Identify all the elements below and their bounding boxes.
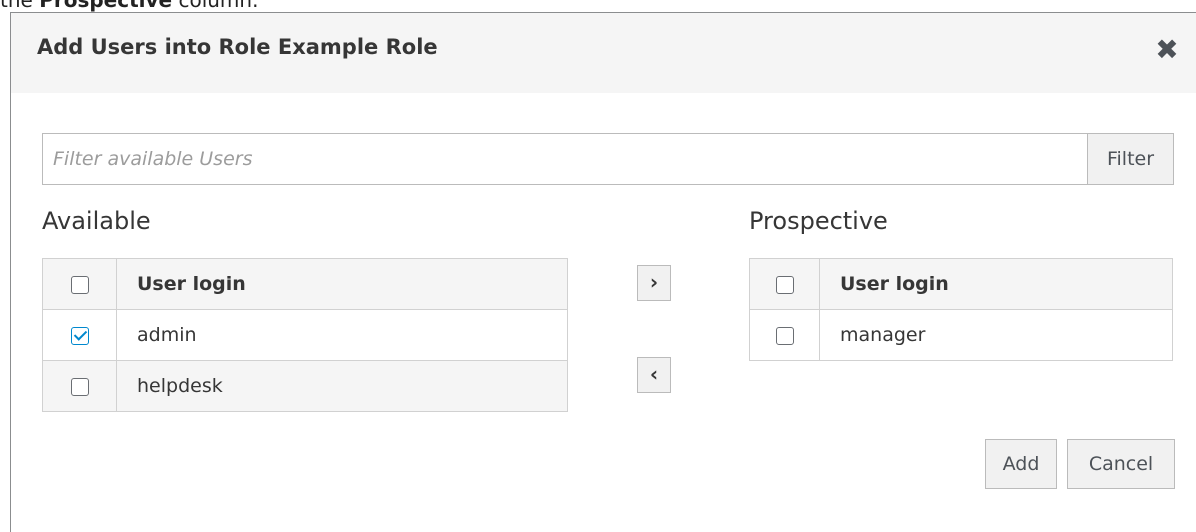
move-right-button[interactable]: › [637, 265, 671, 301]
context-prefix: the [0, 0, 40, 12]
column-header-user-login: User login [116, 258, 568, 310]
user-login-cell: manager [819, 309, 1173, 361]
cancel-button[interactable]: Cancel [1067, 439, 1175, 489]
dialog-header: Add Users into Role Example Role ✖ [11, 13, 1196, 93]
filter-button[interactable]: Filter [1087, 134, 1173, 184]
filter-row: Filter [42, 133, 1174, 185]
table-row[interactable]: manager [749, 309, 1173, 361]
row-checkbox-cell [749, 309, 820, 361]
available-label: Available [42, 207, 151, 235]
row-checkbox-manager[interactable] [775, 326, 794, 345]
move-left-button[interactable]: ‹ [637, 357, 671, 393]
select-all-cell [42, 258, 117, 310]
table-header-row: User login [42, 258, 568, 310]
table-header-row: User login [749, 258, 1173, 310]
user-login-cell: helpdesk [116, 360, 568, 412]
add-users-dialog: Add Users into Role Example Role ✖ Filte… [10, 12, 1196, 532]
dialog-title: Add Users into Role Example Role [37, 35, 438, 59]
prospective-label: Prospective [749, 207, 888, 235]
row-checkbox-admin[interactable] [70, 326, 89, 345]
table-row[interactable]: helpdesk [42, 360, 568, 412]
filter-input[interactable] [43, 134, 1087, 184]
user-login-cell: admin [116, 309, 568, 361]
row-checkbox-cell [42, 309, 117, 361]
context-bold: Prospective [39, 0, 173, 12]
select-all-prospective-checkbox[interactable] [775, 275, 794, 294]
table-row[interactable]: admin [42, 309, 568, 361]
select-all-cell [749, 258, 820, 310]
column-header-user-login: User login [819, 258, 1173, 310]
context-text: the Prospective column. [0, 0, 258, 12]
select-all-available-checkbox[interactable] [70, 275, 89, 294]
context-suffix: column. [172, 0, 259, 12]
prospective-table: User login manager [749, 258, 1173, 361]
row-checkbox-helpdesk[interactable] [70, 377, 89, 396]
close-icon[interactable]: ✖ [1152, 35, 1182, 65]
available-table: User login admin helpdesk [42, 258, 568, 412]
row-checkbox-cell [42, 360, 117, 412]
add-button[interactable]: Add [985, 439, 1057, 489]
